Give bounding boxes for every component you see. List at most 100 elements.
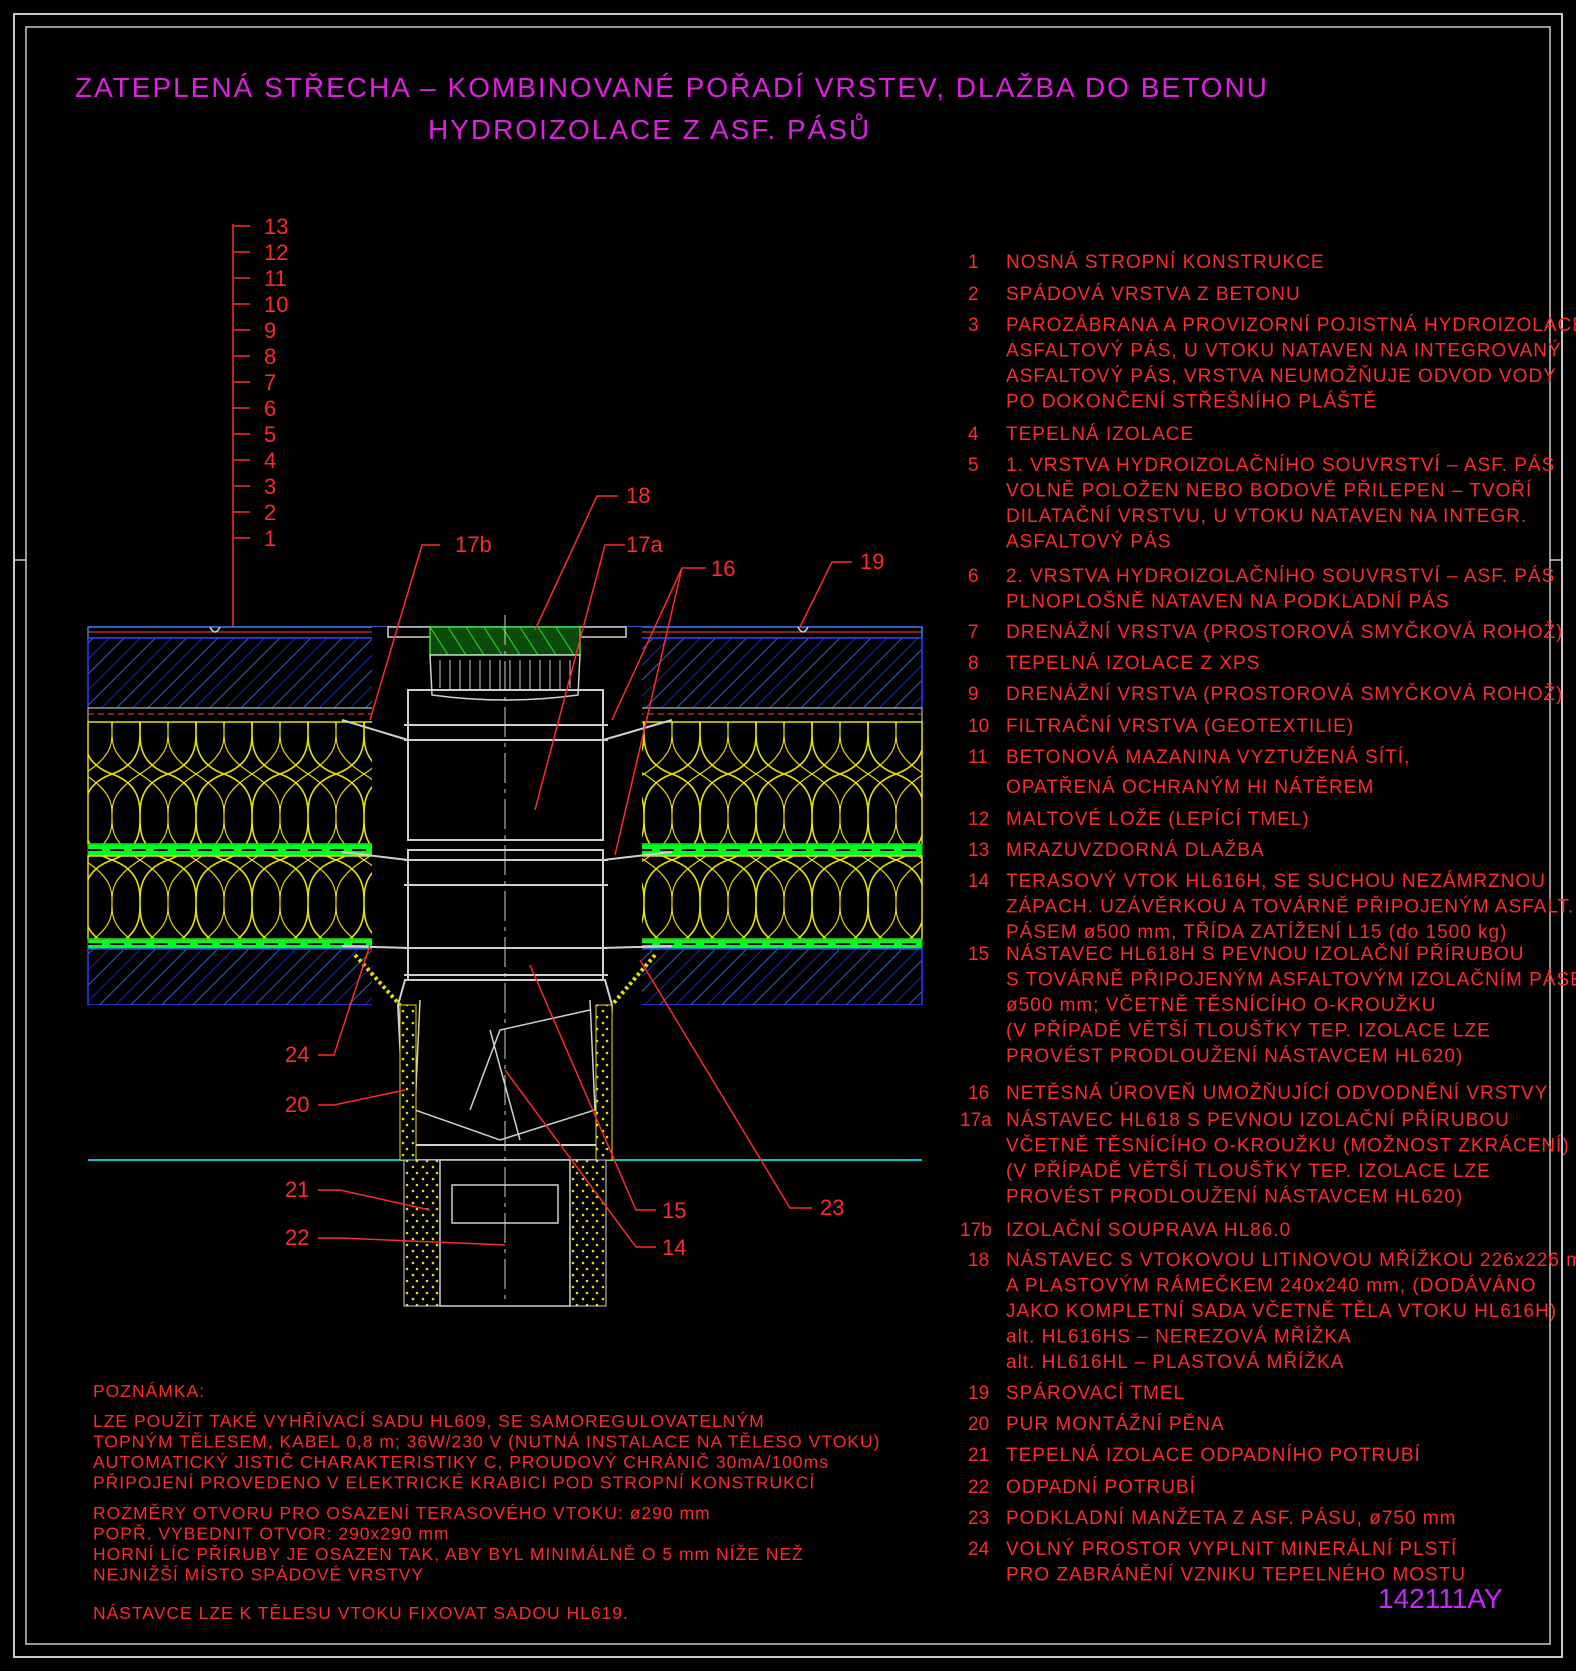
legend-number: 3: [968, 315, 979, 336]
legend-text: NOSNÁ STROPNÍ KONSTRUKCE: [1006, 252, 1325, 273]
scale-label: 5: [264, 422, 276, 447]
scale-label: 8: [264, 344, 276, 369]
scale-label: 3: [264, 474, 276, 499]
legend-text: S TOVÁRNĚ PŘIPOJENÝM ASFALTOVÝM IZOLAČNÍ…: [1006, 969, 1576, 991]
notes-heading: POZNÁMKA:: [93, 1381, 205, 1401]
note-line: PŘIPOJENÍ PROVEDENO V ELEKTRICKÉ KRABICI…: [93, 1473, 815, 1493]
callout-24: 24: [285, 1042, 309, 1067]
legend-text: PUR MONTÁŽNÍ PĚNA: [1006, 1413, 1225, 1435]
legend-number: 13: [968, 840, 989, 861]
legend-text: ASFALTOVÝ PÁS: [1006, 532, 1171, 553]
drawing-sheet: ZATEPLENÁ STŘECHA – KOMBINOVANÉ POŘADÍ V…: [13, 13, 1576, 1658]
legend: 1 NOSNÁ STROPNÍ KONSTRUKCE 2 SPÁDOVÁ VRSTVA…: [960, 252, 1576, 1586]
legend-number: 21: [968, 1445, 989, 1466]
legend-text: DRENÁŽNÍ VRSTVA (PROSTOROVÁ SMYČKOVÁ ROH…: [1006, 683, 1563, 705]
callout-22: 22: [285, 1225, 309, 1250]
callout-16: 16: [711, 556, 735, 581]
note-line: ROZMĚRY OTVORU PRO OSAZENÍ TERASOVÉHO VT…: [93, 1503, 711, 1523]
callout-17b: 17b: [455, 532, 492, 557]
legend-number: 18: [968, 1250, 989, 1271]
callout-15: 15: [662, 1198, 686, 1223]
drawing-code: 142111AY: [1378, 1583, 1503, 1614]
legend-text: PROVÉST PRODLOUŽENÍ NÁSTAVCEM HL620): [1006, 1045, 1463, 1067]
title-line-1: ZATEPLENÁ STŘECHA – KOMBINOVANÉ POŘADÍ V…: [75, 72, 1269, 103]
legend-text: ASFALTOVÝ PÁS, U VTOKU NATAVEN NA INTEGR…: [1006, 341, 1562, 362]
scale-label: 10: [264, 292, 288, 317]
note-line: TOPNÝM TĚLESEM, KABEL 0,8 m; 36W/230 V (…: [93, 1432, 880, 1452]
legend-text: PO DOKONČENÍ STŘEŠNÍHO PLÁŠTĚ: [1006, 391, 1377, 413]
legend-text: ZÁPACH. UZÁVĚRKOU A TOVÁRNĚ PŘIPOJENÝM A…: [1006, 896, 1574, 918]
note-line: LZE POUŽÍT TAKÉ VYHŘÍVACÍ SADU HL609, SE…: [93, 1411, 765, 1431]
legend-text: ASFALTOVÝ PÁS, VRSTVA NEUMOŽŇUJE ODVOD V…: [1006, 365, 1557, 387]
legend-text: JAKO KOMPLETNÍ SADA VČETNĚ TĚLA VTOKU HL…: [1006, 1300, 1557, 1322]
title-line-2: HYDROIZOLACE Z ASF. PÁSŮ: [428, 113, 871, 145]
pipe-insulation-left: [403, 1159, 441, 1307]
scale-label: 6: [264, 396, 276, 421]
legend-text: SPÁROVACÍ TMEL: [1006, 1383, 1185, 1404]
legend-number: 11: [968, 747, 988, 768]
note-line: AUTOMATICKÝ JISTIČ CHARAKTERISTIKY C, PR…: [93, 1451, 829, 1472]
legend-text: PLNOPLOŠNĚ NATAVEN NA PODKLADNÍ PÁS: [1006, 591, 1450, 613]
scale-label: 4: [264, 448, 276, 473]
legend-number: 4: [968, 424, 979, 445]
scale-label: 7: [264, 370, 276, 395]
legend-number: 16: [968, 1083, 989, 1104]
legend-number: 23: [968, 1508, 989, 1529]
legend-text: TEPELNÁ IZOLACE ODPADNÍHO POTRUBÍ: [1006, 1445, 1421, 1466]
legend-number: 12: [968, 809, 989, 830]
notes: POZNÁMKA: LZE POUŽÍT TAKÉ VYHŘÍVACÍ SADU…: [93, 1381, 880, 1623]
legend-text: alt. HL616HL – PLASTOVÁ MŘÍŽKA: [1006, 1351, 1344, 1373]
legend-text: PÁSEM ø500 mm, TŘÍDA ZATÍŽENÍ L15 (do 15…: [1006, 921, 1507, 943]
legend-text: VOLNÝ PROSTOR VYPLNIT MINERÁLNÍ PLSTÍ: [1006, 1539, 1457, 1560]
legend-text: PODKLADNÍ MANŽETA Z ASF. PÁSU, ø750 mm: [1006, 1507, 1456, 1529]
scale-label: 9: [264, 318, 276, 343]
note-line: NEJNIŽŠÍ MÍSTO SPÁDOVÉ VRSTVY: [93, 1564, 424, 1585]
legend-text: NETĚSNÁ ÚROVEŇ UMOŽŇUJÍCÍ ODVODNĚNÍ VRST…: [1006, 1082, 1548, 1104]
legend-number: 14: [968, 871, 990, 892]
callout-14: 14: [662, 1235, 686, 1260]
note-line: POPŘ. VYBEDNIT OTVOR: 290x290 mm: [93, 1524, 450, 1544]
scale-label: 13: [264, 214, 288, 239]
legend-text: IZOLAČNÍ SOUPRAVA HL86.0: [1006, 1219, 1291, 1241]
callout-19: 19: [860, 549, 884, 574]
legend-number: 10: [968, 716, 989, 737]
legend-text: ODPADNÍ POTRUBÍ: [1006, 1477, 1196, 1498]
scale-label: 2: [264, 500, 276, 525]
legend-number: 19: [968, 1383, 989, 1404]
legend-text: PAROZÁBRANA A PROVIZORNÍ POJISTNÁ HYDROI…: [1006, 315, 1576, 336]
callout-21: 21: [285, 1177, 309, 1202]
legend-number: 17a: [960, 1110, 992, 1131]
legend-number: 7: [968, 622, 979, 643]
legend-number: 24: [968, 1539, 990, 1560]
roof-cross-section: [87, 615, 923, 1307]
legend-text: BETONOVÁ MAZANINA VYZTUŽENÁ SÍTÍ,: [1006, 746, 1410, 768]
legend-text: 1. VRSTVA HYDROIZOLAČNÍHO SOUVRSTVÍ – AS…: [1006, 454, 1555, 476]
legend-text: FILTRAČNÍ VRSTVA (GEOTEXTILIE): [1006, 715, 1354, 737]
legend-number: 1: [968, 252, 979, 273]
note-line: NÁSTAVCE LZE K TĚLESU VTOKU FIXOVAT SADO…: [93, 1603, 629, 1623]
legend-number: 8: [968, 653, 979, 674]
legend-text: A PLASTOVÝM RÁMEČKEM 240x240 mm, (DODÁVÁ…: [1006, 1275, 1537, 1297]
legend-text: NÁSTAVEC HL618 S PEVNOU IZOLAČNÍ PŘÍRUBO…: [1006, 1109, 1510, 1131]
legend-text: VČETNĚ TĚSNÍCÍHO O-KROUŽKU (MOŽNOST ZKRÁ…: [1006, 1135, 1570, 1157]
legend-number: 20: [968, 1414, 989, 1435]
note-line: HORNÍ LÍC PŘÍRUBY JE OSAZEN TAK, ABY BYL…: [93, 1544, 804, 1564]
legend-number: 5: [968, 455, 979, 476]
scale-label: 12: [264, 240, 288, 265]
pur-foam-left: [399, 1004, 417, 1161]
legend-text: OPATŘENÁ OCHRANÝM HI NÁTĚREM: [1006, 776, 1374, 798]
scale-label: 11: [264, 266, 287, 291]
legend-text: ø500 mm; VČETNĚ TĚSNÍCÍHO O-KROUŽKU: [1006, 994, 1437, 1016]
callout-23: 23: [820, 1195, 844, 1220]
legend-text: (V PŘÍPADĚ VĚTŠÍ TLOUŠŤKY TEP. IZOLACE L…: [1006, 1160, 1491, 1182]
legend-text: VOLNĚ POLOŽEN NEBO BODOVĚ PŘILEPEN – TVO…: [1006, 480, 1532, 502]
scale-label: 1: [264, 526, 276, 551]
legend-text: PROVÉST PRODLOUŽENÍ NÁSTAVCEM HL620): [1006, 1186, 1463, 1208]
legend-text: SPÁDOVÁ VRSTVA Z BETONU: [1006, 284, 1301, 305]
legend-text: TERASOVÝ VTOK HL616H, SE SUCHOU NEZÁMRZN…: [1006, 871, 1546, 892]
legend-text: NÁSTAVEC S VTOKOVOU LITINOVOU MŘÍŽKOU 22…: [1006, 1249, 1576, 1271]
legend-number: 15: [968, 944, 989, 965]
legend-text: MALTOVÉ LOŽE (LEPÍCÍ TMEL): [1006, 808, 1310, 830]
legend-number: 6: [968, 566, 979, 587]
legend-number: 9: [968, 684, 979, 705]
